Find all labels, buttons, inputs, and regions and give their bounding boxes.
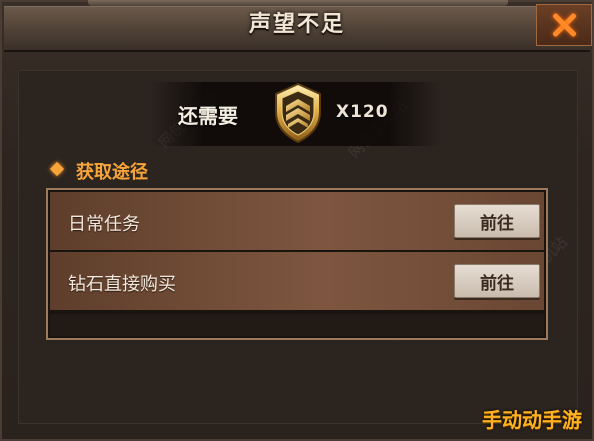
site-logo: 手动动手游	[482, 408, 582, 432]
cost-amount: X120	[336, 102, 389, 122]
dialog-title: 声望不足	[248, 12, 345, 37]
close-button[interactable]	[536, 4, 592, 46]
routes-title: 获取途径	[76, 162, 148, 183]
route-row-daily-tasks: 日常任务 前往	[50, 192, 544, 250]
prestige-badge-icon	[270, 82, 326, 144]
route-label: 日常任务	[68, 214, 140, 235]
cost-label: 还需要	[178, 104, 238, 128]
list-footer	[50, 314, 544, 336]
close-icon	[550, 11, 578, 39]
routes-list: 日常任务 前往 钻石直接购买 前往	[46, 188, 548, 340]
go-button-daily-tasks[interactable]: 前往	[454, 204, 540, 238]
go-button-diamond-purchase[interactable]: 前往	[454, 264, 540, 298]
route-label: 钻石直接购买	[68, 274, 176, 295]
route-row-diamond-purchase: 钻石直接购买 前往	[50, 252, 544, 310]
